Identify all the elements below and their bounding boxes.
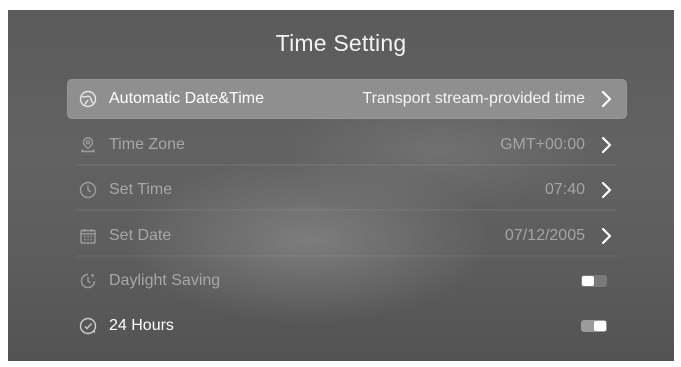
location-pin-icon	[79, 136, 97, 154]
daylight-saving-toggle[interactable]	[581, 275, 607, 287]
automatic-date-time-value: Transport stream-provided time	[362, 90, 585, 107]
automatic-date-time-row[interactable]: Automatic Date&Time Transport stream-pro…	[67, 79, 627, 119]
24-hours-row[interactable]: 24 Hours	[67, 306, 627, 346]
daylight-clock-icon	[79, 272, 97, 290]
chevron-right-icon	[599, 227, 613, 245]
time-zone-label: Time Zone	[109, 136, 185, 153]
time-zone-row[interactable]: Time Zone GMT+00:00	[67, 125, 627, 166]
time-zone-value: GMT+00:00	[500, 136, 585, 153]
clock-icon	[79, 181, 97, 199]
set-time-row[interactable]: Set Time 07:40	[67, 170, 627, 211]
chevron-right-icon	[599, 181, 613, 199]
clock-globe-icon	[79, 90, 97, 108]
toggle-knob	[594, 321, 606, 331]
set-date-label: Set Date	[109, 227, 172, 244]
time-setting-screen: Time Setting Automatic Date&Time Transpo…	[8, 10, 674, 361]
chevron-right-icon	[599, 90, 613, 108]
set-date-value: 07/12/2005	[504, 227, 585, 244]
set-date-row[interactable]: Set Date 07/12/2005	[67, 216, 627, 257]
automatic-date-time-label: Automatic Date&Time	[109, 90, 265, 107]
chevron-right-icon	[599, 136, 613, 154]
24-hours-toggle[interactable]	[581, 320, 607, 332]
toggle-knob	[582, 276, 594, 286]
daylight-saving-label: Daylight Saving	[109, 272, 221, 289]
set-time-value: 07:40	[544, 181, 585, 198]
calendar-icon	[79, 227, 97, 245]
24-hours-label: 24 Hours	[109, 317, 174, 334]
24h-clock-icon	[79, 317, 97, 335]
page-title: Time Setting	[275, 30, 407, 56]
daylight-saving-row[interactable]: Daylight Saving	[67, 261, 627, 301]
set-time-label: Set Time	[109, 181, 173, 198]
